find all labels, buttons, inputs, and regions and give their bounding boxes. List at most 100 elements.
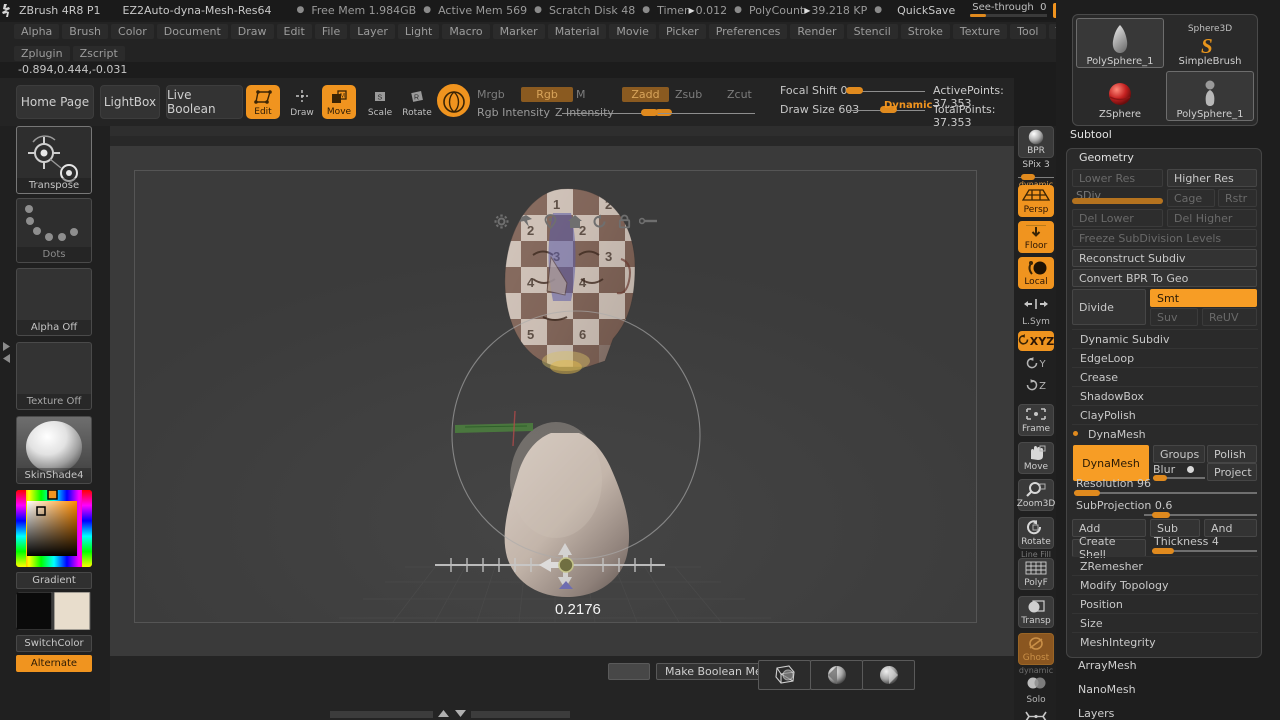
pin-icon[interactable] <box>515 210 537 232</box>
layers-header[interactable]: Layers <box>1078 707 1114 720</box>
menu-color[interactable]: Color <box>111 23 154 39</box>
resolution-slider[interactable]: Resolution 96 <box>1072 477 1257 496</box>
menu-tool[interactable]: Tool <box>1010 23 1046 39</box>
crease-button[interactable]: Crease <box>1072 367 1258 386</box>
scrollbar-track-left[interactable] <box>330 711 434 718</box>
dynamesh-toggle-button[interactable]: DynaMesh <box>1073 445 1149 481</box>
brush-selector-button[interactable] <box>437 84 470 117</box>
dynamesh-section-header[interactable]: DynaMesh <box>1072 424 1258 443</box>
subtool-header[interactable]: Subtool <box>1070 128 1112 141</box>
del-higher-button[interactable]: Del Higher <box>1167 209 1257 227</box>
menu-texture[interactable]: Texture <box>952 23 1008 39</box>
alternate-button[interactable]: Alternate <box>16 655 92 672</box>
convert-bpr-to-geo-button[interactable]: Convert BPR To Geo <box>1072 269 1257 287</box>
scale-view-button[interactable] <box>1018 706 1054 720</box>
frame-button[interactable]: Frame <box>1018 404 1054 436</box>
switch-color-button[interactable]: SwitchColor <box>16 635 92 652</box>
arraymesh-header[interactable]: ArrayMesh <box>1078 659 1137 672</box>
divide-button[interactable]: Divide <box>1072 289 1146 325</box>
position-button[interactable]: Position <box>1072 594 1258 613</box>
menu-alpha[interactable]: Alpha <box>14 23 60 39</box>
menu-stroke[interactable]: Stroke <box>900 23 950 39</box>
higher-res-button[interactable]: Higher Res <box>1167 169 1257 187</box>
menu-material[interactable]: Material <box>547 23 607 39</box>
menu-render[interactable]: Render <box>790 23 844 39</box>
subprojection-slider[interactable]: SubProjection 0.6 <box>1072 499 1257 518</box>
live-boolean-button[interactable]: Live Boolean <box>166 85 243 119</box>
polish-button[interactable]: Polish <box>1207 445 1257 463</box>
see-through-slider[interactable]: See-through 0 <box>970 3 1047 17</box>
reset-rotation-icon[interactable] <box>589 210 611 232</box>
suv-button[interactable]: Suv <box>1150 308 1198 326</box>
menu-zscript[interactable]: Zscript <box>72 45 125 61</box>
texture-tile[interactable]: Texture Off <box>16 342 92 410</box>
rotate-z-button[interactable]: Z <box>1018 376 1054 398</box>
edit-mode-button[interactable]: Edit <box>246 85 280 119</box>
zoom3d-button[interactable]: Zoom3D <box>1017 479 1055 511</box>
transparency-button[interactable]: Transp <box>1018 596 1054 628</box>
tool-slot-zsphere[interactable]: ZSphere <box>1076 71 1164 121</box>
menu-edit[interactable]: Edit <box>276 23 312 39</box>
perspective-button[interactable]: Persp <box>1018 185 1054 217</box>
menu-macro[interactable]: Macro <box>442 23 490 39</box>
scrollbar-track-right[interactable] <box>471 711 570 718</box>
canvas-document[interactable]: 12 22 33 44 56 <box>134 170 977 623</box>
zadd-button[interactable]: Zadd <box>622 87 669 102</box>
del-lower-button[interactable]: Del Lower <box>1072 209 1163 227</box>
menu-picker[interactable]: Picker <box>658 23 706 39</box>
cage-button[interactable]: Cage <box>1167 189 1215 207</box>
bpr-button[interactable]: BPR <box>1018 126 1054 158</box>
dynamic-label[interactable]: Dynamic <box>884 100 932 111</box>
lock-icon[interactable] <box>613 210 635 232</box>
viewport[interactable]: 12 22 33 44 56 <box>110 126 1014 656</box>
location-pin-icon[interactable] <box>539 210 561 232</box>
lightbox-button[interactable]: LightBox <box>100 85 160 119</box>
geometry-title[interactable]: Geometry <box>1067 149 1261 166</box>
ghost-button[interactable]: Ghost <box>1018 633 1054 665</box>
xyz-button[interactable]: XYZ <box>1018 331 1054 351</box>
floor-button[interactable]: Floor <box>1018 221 1054 253</box>
zcut-label[interactable]: Zcut <box>727 88 752 101</box>
menu-marker[interactable]: Marker <box>492 23 545 39</box>
size-button[interactable]: Size <box>1072 613 1258 632</box>
reuv-button[interactable]: ReUV <box>1202 308 1257 326</box>
bottom-scrollbar[interactable] <box>330 710 570 719</box>
brush-tile-transpose[interactable]: Transpose <box>16 126 92 194</box>
color-picker[interactable] <box>16 490 92 567</box>
z-intensity-slider[interactable]: Z Intensity <box>555 106 755 119</box>
m-label[interactable]: M <box>576 88 586 101</box>
smt-button[interactable]: Smt <box>1150 289 1257 307</box>
stroke-tile-dots[interactable]: Dots <box>16 198 92 263</box>
shadowbox-button[interactable]: ShadowBox <box>1072 386 1258 405</box>
nanomesh-header[interactable]: NanoMesh <box>1078 683 1136 696</box>
tool-slot-simplebrush[interactable]: Sphere3D S SimpleBrush <box>1166 18 1254 68</box>
freeze-subdivision-button[interactable]: Freeze SubDivision Levels <box>1072 229 1257 247</box>
lower-res-button[interactable]: Lower Res <box>1072 169 1163 187</box>
local-sym-button[interactable]: L.Sym <box>1018 296 1054 328</box>
scroll-down-icon[interactable] <box>454 708 467 720</box>
boolean-preview-b[interactable] <box>862 660 915 690</box>
scale-mode-button[interactable]: S Scale <box>363 85 397 119</box>
focal-shift-slider[interactable]: Focal Shift 0 <box>780 84 925 97</box>
rotate-mode-button[interactable]: R Rotate <box>400 85 434 119</box>
create-shell-button[interactable]: Create Shell <box>1072 535 1146 561</box>
boolean-preview-a[interactable] <box>810 660 863 690</box>
menu-light[interactable]: Light <box>397 23 440 39</box>
move-mode-button[interactable]: M Move <box>322 85 356 119</box>
rstr-button[interactable]: Rstr <box>1218 189 1257 207</box>
meshintegrity-button[interactable]: MeshIntegrity <box>1072 632 1258 651</box>
left-flyout-expand-icon[interactable] <box>2 341 11 352</box>
dynamic-subdiv-button[interactable]: Dynamic Subdiv <box>1072 329 1258 348</box>
menu-zplugin[interactable]: Zplugin <box>14 45 70 61</box>
color-swatches[interactable] <box>16 592 92 630</box>
menu-stencil[interactable]: Stencil <box>846 23 898 39</box>
draw-mode-button[interactable]: Draw <box>285 85 319 119</box>
menu-file[interactable]: File <box>314 23 348 39</box>
minus-slider-icon[interactable] <box>638 210 660 232</box>
menu-preferences[interactable]: Preferences <box>708 23 788 39</box>
zremesher-button[interactable]: ZRemesher <box>1072 556 1258 575</box>
boolean-value-field[interactable] <box>608 663 650 680</box>
mrgb-label[interactable]: Mrgb <box>477 88 505 101</box>
menu-document[interactable]: Document <box>156 23 228 39</box>
gear-icon[interactable] <box>490 210 512 232</box>
